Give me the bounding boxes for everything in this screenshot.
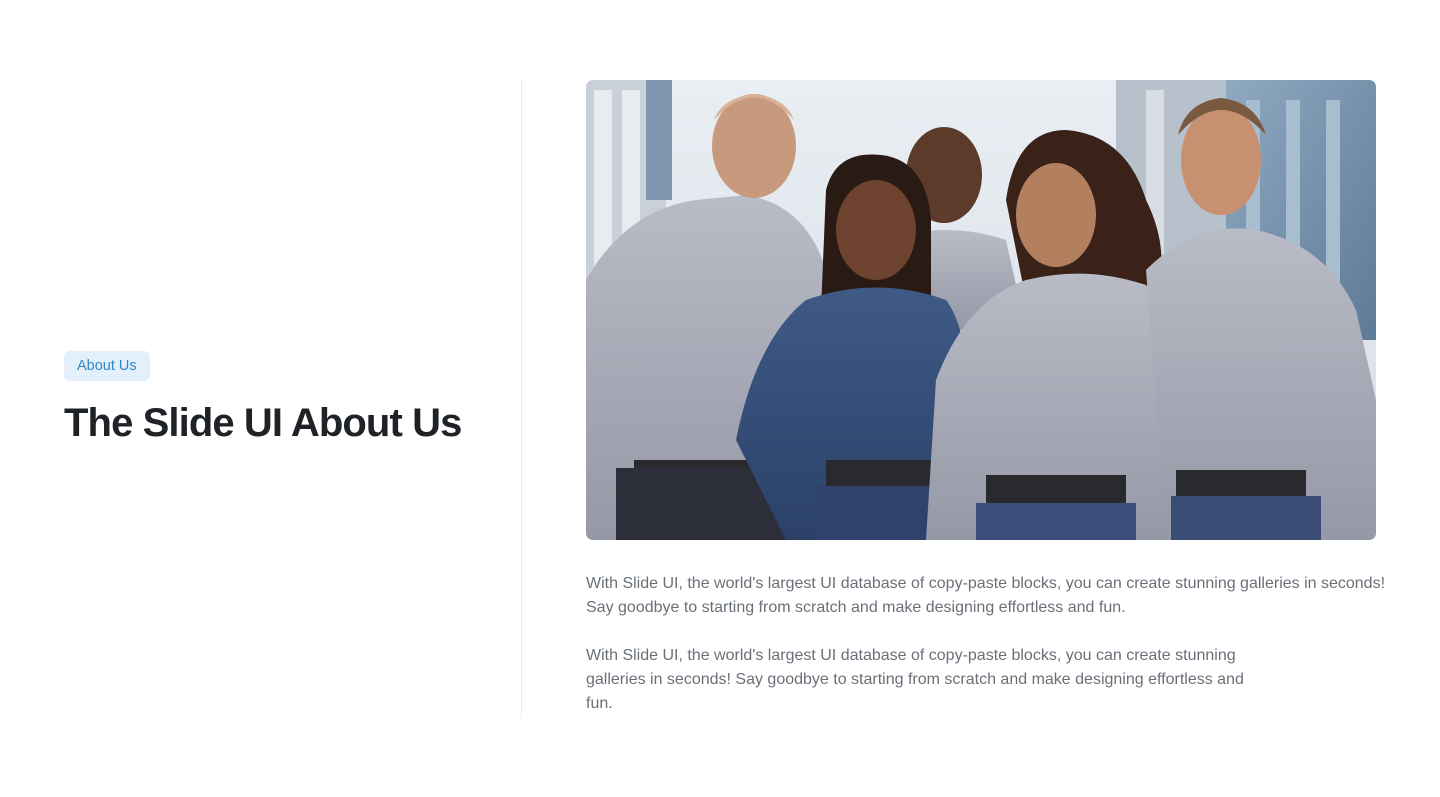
- team-photo-illustration: [586, 80, 1376, 540]
- section-title: The Slide UI About Us: [64, 401, 462, 445]
- about-badge: About Us: [64, 351, 150, 381]
- about-section: About Us The Slide UI About Us With Slid…: [0, 0, 1440, 797]
- vertical-divider: [521, 80, 522, 718]
- about-paragraph-2: With Slide UI, the world's largest UI da…: [586, 647, 1244, 712]
- about-intro: About Us The Slide UI About Us: [64, 351, 484, 446]
- about-paragraph-1: With Slide UI, the world's largest UI da…: [586, 575, 1386, 616]
- team-photo: [586, 80, 1376, 540]
